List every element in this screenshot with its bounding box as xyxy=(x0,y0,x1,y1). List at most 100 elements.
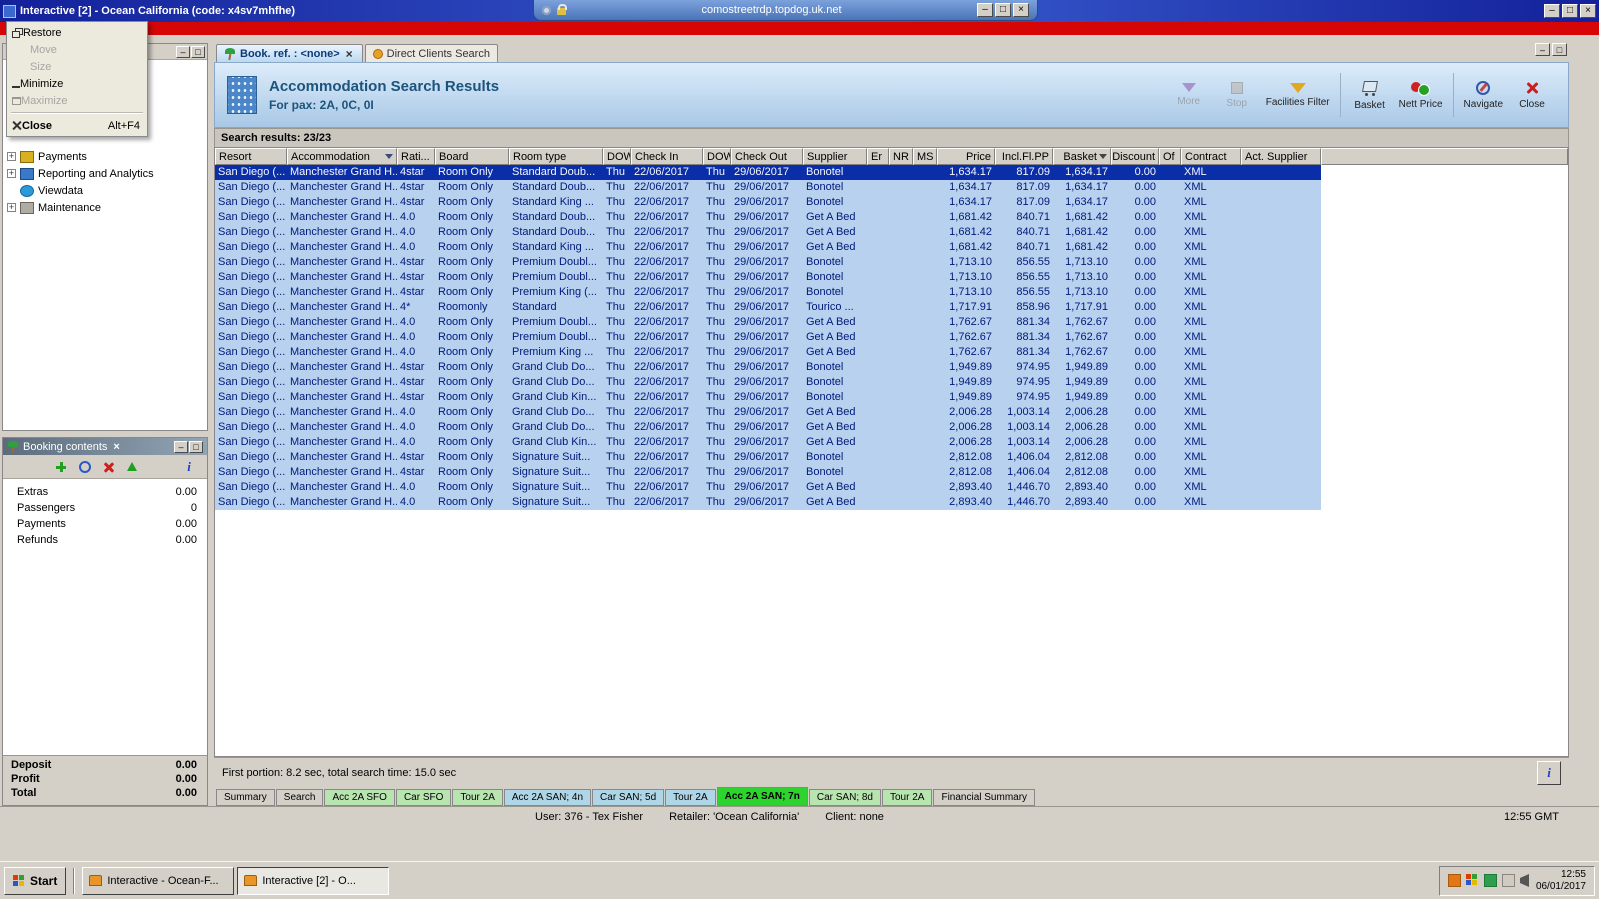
toolbar-button[interactable]: Close xyxy=(1508,79,1556,112)
column-header-price[interactable]: Price xyxy=(937,148,995,165)
column-header-rating[interactable]: Rati... xyxy=(397,148,435,165)
table-row[interactable]: San Diego (... Manchester Grand H... 4.0… xyxy=(215,420,1321,435)
table-row[interactable]: San Diego (... Manchester Grand H... 4.0… xyxy=(215,435,1321,450)
column-header-discount[interactable]: Discount xyxy=(1111,148,1159,165)
booking-close-icon[interactable]: × xyxy=(113,441,119,453)
toolbar-button[interactable]: Stop xyxy=(1213,80,1261,111)
booking-row[interactable]: Passengers 0 xyxy=(3,501,207,517)
refresh-icon[interactable] xyxy=(79,460,91,473)
table-row[interactable]: San Diego (... Manchester Grand H... 4st… xyxy=(215,270,1321,285)
tree-item[interactable]: Viewdata xyxy=(7,182,207,199)
booking-row[interactable]: Refunds 0.00 xyxy=(3,533,207,549)
add-icon[interactable] xyxy=(53,459,69,475)
filter-icon[interactable] xyxy=(385,154,393,159)
start-button[interactable]: Start xyxy=(4,866,67,895)
booking-step-tab[interactable]: Acc 2A SFO xyxy=(324,789,395,806)
booking-step-tab[interactable]: Financial Summary xyxy=(933,789,1036,806)
booking-step-tab[interactable]: Tour 2A xyxy=(882,789,933,806)
green-app-icon[interactable] xyxy=(1483,874,1497,887)
table-row[interactable]: San Diego (... Manchester Grand H... 4st… xyxy=(215,180,1321,195)
toolbar-button[interactable]: Nett Price xyxy=(1394,79,1448,112)
table-row[interactable]: San Diego (... Manchester Grand H... 4.0… xyxy=(215,495,1321,510)
table-row[interactable]: San Diego (... Manchester Grand H... 4st… xyxy=(215,255,1321,270)
up-icon[interactable] xyxy=(127,462,137,471)
table-row[interactable]: San Diego (... Manchester Grand H... 4.0… xyxy=(215,240,1321,255)
booking-row[interactable]: Extras 0.00 xyxy=(3,485,207,501)
toolbar-button[interactable] xyxy=(1339,73,1341,117)
orange-app-icon[interactable] xyxy=(1447,874,1461,887)
toolbar-button[interactable]: Facilities Filter xyxy=(1261,81,1335,110)
booking-step-tab[interactable]: Tour 2A xyxy=(452,789,503,806)
column-header-supplier[interactable]: Supplier xyxy=(803,148,867,165)
table-row[interactable]: San Diego (... Manchester Grand H... 4st… xyxy=(215,165,1321,180)
column-header-ms[interactable]: MS xyxy=(913,148,937,165)
booking-minimize-button[interactable]: – xyxy=(174,440,188,453)
window-restore-button[interactable]: □ xyxy=(1562,4,1578,18)
tree-expander[interactable]: + xyxy=(7,152,16,161)
column-header-room-type[interactable]: Room type xyxy=(509,148,603,165)
column-header-check-out[interactable]: Check Out xyxy=(731,148,803,165)
column-header-board[interactable]: Board xyxy=(435,148,509,165)
table-row[interactable]: San Diego (... Manchester Grand H... 4.0… xyxy=(215,405,1321,420)
window-close-button[interactable]: × xyxy=(1580,4,1596,18)
table-row[interactable]: San Diego (... Manchester Grand H... 4st… xyxy=(215,465,1321,480)
column-header-er[interactable]: Er xyxy=(867,148,889,165)
tree-item[interactable]: + Maintenance xyxy=(7,199,207,216)
booking-restore-button[interactable]: □ xyxy=(189,440,203,453)
child-restore-button[interactable]: □ xyxy=(1552,43,1567,56)
document-tab[interactable]: Book. ref. : <none> xyxy=(216,44,363,62)
table-row[interactable]: San Diego (... Manchester Grand H... 4st… xyxy=(215,390,1321,405)
tab-close-icon[interactable] xyxy=(344,48,355,59)
column-header-of[interactable]: Of xyxy=(1159,148,1181,165)
booking-step-tab[interactable]: Search xyxy=(275,789,324,806)
toolbar-button[interactable]: Navigate xyxy=(1459,79,1508,112)
column-header-nr[interactable]: NR xyxy=(889,148,913,165)
menu-item[interactable]: Minimize xyxy=(9,75,145,92)
tree-item[interactable]: + Payments xyxy=(7,148,207,165)
toolbar-button[interactable]: More xyxy=(1165,81,1213,109)
delete-icon[interactable] xyxy=(101,459,117,475)
column-header-dow-in[interactable]: DOW xyxy=(603,148,631,165)
printer-icon[interactable] xyxy=(1501,874,1515,887)
panel-restore-button[interactable]: □ xyxy=(191,45,205,58)
pin-icon[interactable] xyxy=(542,5,551,15)
booking-step-tab[interactable]: Acc 2A SAN; 7n xyxy=(716,787,808,806)
tree-item[interactable]: + Reporting and Analytics xyxy=(7,165,207,182)
booking-step-tab[interactable]: Acc 2A SAN; 4n xyxy=(503,789,592,806)
table-row[interactable]: San Diego (... Manchester Grand H... 4.0… xyxy=(215,330,1321,345)
table-row[interactable]: San Diego (... Manchester Grand H... 4.0… xyxy=(215,225,1321,240)
table-row[interactable]: San Diego (... Manchester Grand H... 4.0… xyxy=(215,345,1321,360)
table-row[interactable]: San Diego (... Manchester Grand H... 4.0… xyxy=(215,210,1321,225)
column-header-incl-fl-pp[interactable]: Incl.Fl.PP xyxy=(995,148,1053,165)
menu-item[interactable]: Move xyxy=(9,41,145,58)
rdp-minimize-button[interactable]: – xyxy=(977,3,993,17)
menu-item[interactable]: Maximize xyxy=(9,92,145,109)
booking-step-tab[interactable]: Summary xyxy=(216,789,275,806)
menu-item[interactable]: Size xyxy=(9,58,145,75)
rdp-restore-button[interactable]: □ xyxy=(995,3,1011,17)
taskbar-task-button[interactable]: Interactive - Ocean-F... xyxy=(82,866,235,895)
tree-expander[interactable]: + xyxy=(7,203,16,212)
document-tab[interactable]: Direct Clients Search xyxy=(364,44,498,62)
booking-step-tab[interactable]: Car SFO xyxy=(395,789,452,806)
app-icon[interactable] xyxy=(3,4,16,18)
booking-step-tab[interactable]: Tour 2A xyxy=(665,789,716,806)
column-header-accommodation[interactable]: Accommodation xyxy=(287,148,397,165)
column-header-act-supplier[interactable]: Act. Supplier xyxy=(1241,148,1321,165)
info-icon[interactable] xyxy=(181,459,197,475)
table-row[interactable]: San Diego (... Manchester Grand H... 4st… xyxy=(215,375,1321,390)
taskbar-task-button[interactable]: Interactive [2] - O... xyxy=(237,866,390,895)
child-minimize-button[interactable]: – xyxy=(1535,43,1550,56)
rdp-close-button[interactable]: × xyxy=(1013,3,1029,17)
info-button[interactable] xyxy=(1537,760,1561,785)
volume-icon[interactable] xyxy=(1519,874,1529,887)
table-row[interactable]: San Diego (... Manchester Grand H... 4st… xyxy=(215,195,1321,210)
table-row[interactable]: San Diego (... Manchester Grand H... 4.0… xyxy=(215,315,1321,330)
table-row[interactable]: San Diego (... Manchester Grand H... 4st… xyxy=(215,450,1321,465)
menu-item[interactable]: Close Alt+F4 xyxy=(9,117,145,134)
column-header-contract[interactable]: Contract xyxy=(1181,148,1241,165)
booking-row[interactable]: Payments 0.00 xyxy=(3,517,207,533)
win-flag-icon[interactable] xyxy=(1465,874,1479,887)
table-row[interactable]: San Diego (... Manchester Grand H... 4st… xyxy=(215,360,1321,375)
menu-item[interactable] xyxy=(11,112,143,114)
